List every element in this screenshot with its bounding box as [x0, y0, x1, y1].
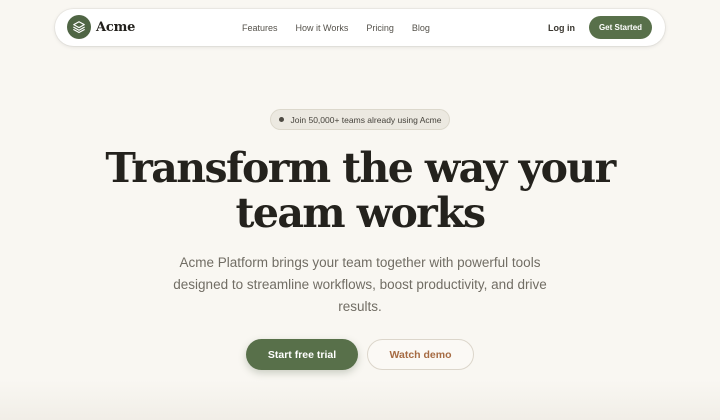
landing-page: Acme Features How it Works Pricing Blog …: [0, 0, 720, 420]
nav-link-pricing[interactable]: Pricing: [366, 23, 394, 33]
hero-subtitle: Acme Platform brings your team together …: [173, 255, 547, 314]
bottom-fade: [0, 380, 720, 420]
hero-headline: Transform the way your team works: [60, 146, 660, 236]
get-started-button[interactable]: Get Started: [589, 16, 652, 39]
headline-line-1: Transform the way your: [105, 144, 616, 192]
headline-line-2: team works: [235, 189, 487, 237]
navbar: Acme Features How it Works Pricing Blog …: [55, 9, 665, 46]
nav-link-how-it-works[interactable]: How it Works: [296, 23, 349, 33]
brand[interactable]: Acme: [67, 15, 135, 39]
watch-demo-button[interactable]: Watch demo: [367, 339, 474, 370]
social-proof-badge: Join 50,000+ teams already using Acme: [270, 109, 450, 130]
layers-icon: [67, 15, 91, 39]
nav-link-blog[interactable]: Blog: [412, 23, 430, 33]
login-link[interactable]: Log in: [548, 9, 575, 46]
start-free-trial-button[interactable]: Start free trial: [246, 339, 358, 370]
nav-link-features[interactable]: Features: [242, 23, 278, 33]
badge-text: Join 50,000+ teams already using Acme: [290, 114, 442, 125]
brand-name: Acme: [96, 19, 136, 35]
nav-links: Features How it Works Pricing Blog: [242, 9, 430, 46]
dot-icon: [278, 117, 284, 122]
